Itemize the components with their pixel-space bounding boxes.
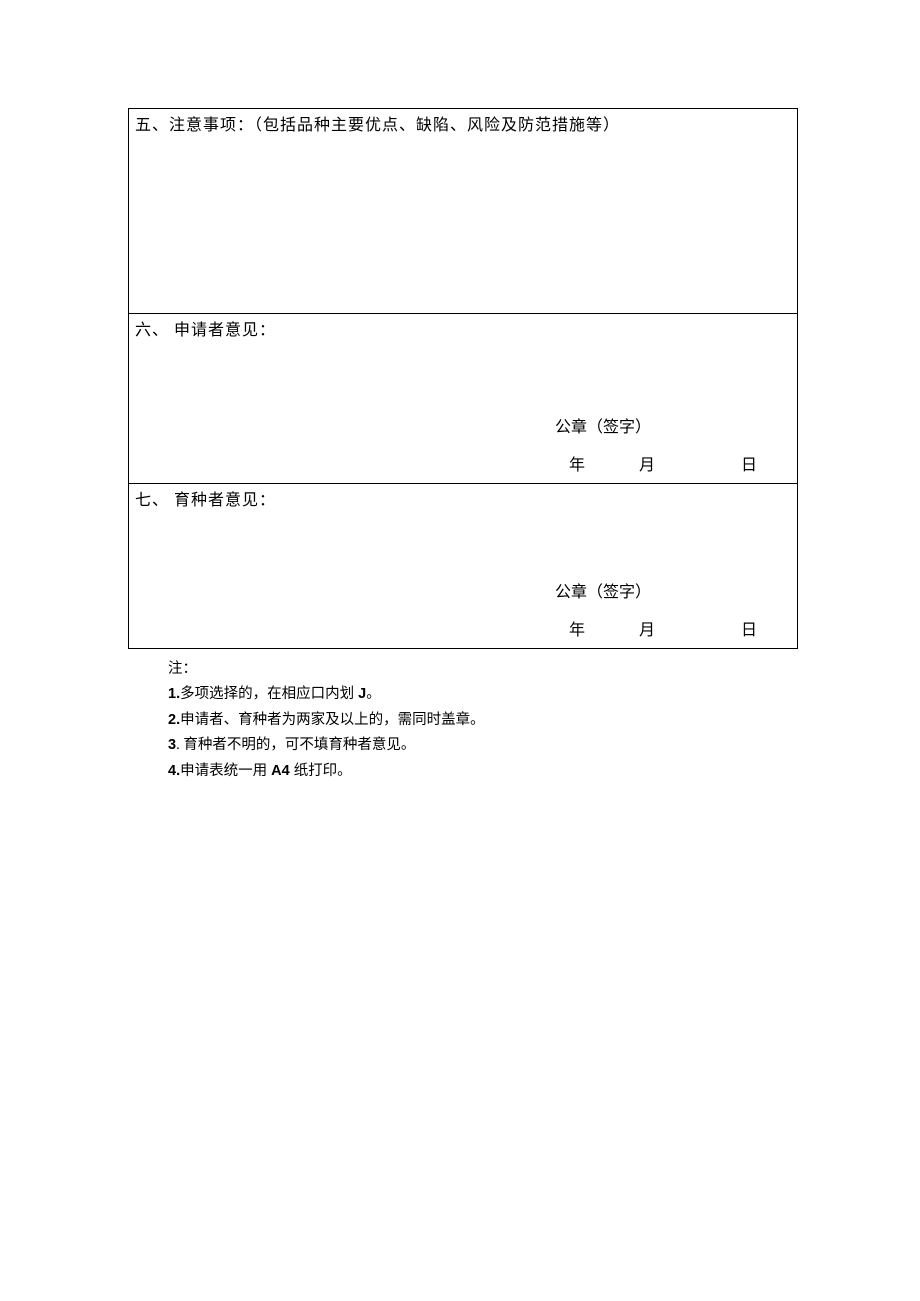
- note-suffix-4: 纸打印。: [294, 763, 352, 779]
- section-seven-cell: 七、 育种者意见： 公章（签字） 年 月 日: [129, 484, 798, 649]
- note-num-1: 1.: [168, 686, 180, 702]
- note-bold-4: A4: [267, 763, 294, 779]
- section-five-heading: 五、注意事项：（包括品种主要优点、缺陷、风险及防范措施等）: [135, 117, 620, 134]
- section-six-cell: 六、 申请者意见： 公章（签字） 年 月 日: [129, 314, 798, 484]
- section-seven-heading: 七、 育种者意见：: [135, 492, 276, 509]
- month-label: 月: [639, 622, 655, 639]
- section-six-seal: 公章（签字）: [555, 415, 651, 441]
- note-item-3: 3. 育种者不明的，可不填育种者意见。: [168, 733, 798, 758]
- notes-section: 注： 1.多项选择的，在相应口内划 J。 2.申请者、育种者为两家及以上的，需同…: [168, 657, 798, 784]
- section-five-cell: 五、注意事项：（包括品种主要优点、缺陷、风险及防范措施等）: [129, 109, 798, 314]
- day-label: 日: [741, 457, 757, 474]
- section-seven-seal: 公章（签字）: [555, 580, 651, 606]
- note-text-2: 申请者、育种者为两家及以上的，需同时盖章。: [180, 712, 485, 728]
- note-text-4: 申请表统一用: [180, 763, 267, 779]
- note-item-1: 1.多项选择的，在相应口内划 J。: [168, 682, 798, 707]
- note-num-4: 4.: [168, 763, 180, 779]
- note-num-3: 3: [168, 737, 176, 753]
- section-six-date: 年 月 日: [569, 453, 757, 479]
- note-bold-1: J: [354, 686, 366, 702]
- note-text-1: 多项选择的，在相应口内划: [180, 686, 354, 702]
- year-label: 年: [569, 457, 585, 474]
- year-label: 年: [569, 622, 585, 639]
- section-seven-date: 年 月 日: [569, 618, 757, 644]
- month-label: 月: [639, 457, 655, 474]
- note-item-4: 4.申请表统一用 A4 纸打印。: [168, 759, 798, 784]
- note-num-2: 2.: [168, 712, 180, 728]
- day-label: 日: [741, 622, 757, 639]
- section-six-heading: 六、 申请者意见：: [135, 322, 276, 339]
- note-item-2: 2.申请者、育种者为两家及以上的，需同时盖章。: [168, 708, 798, 733]
- page-container: 五、注意事项：（包括品种主要优点、缺陷、风险及防范措施等） 六、 申请者意见： …: [128, 108, 798, 784]
- form-table: 五、注意事项：（包括品种主要优点、缺陷、风险及防范措施等） 六、 申请者意见： …: [128, 108, 798, 649]
- notes-heading: 注：: [168, 657, 798, 682]
- note-suffix-1: 。: [366, 686, 381, 702]
- note-text-3: 育种者不明的，可不填育种者意见。: [183, 737, 415, 753]
